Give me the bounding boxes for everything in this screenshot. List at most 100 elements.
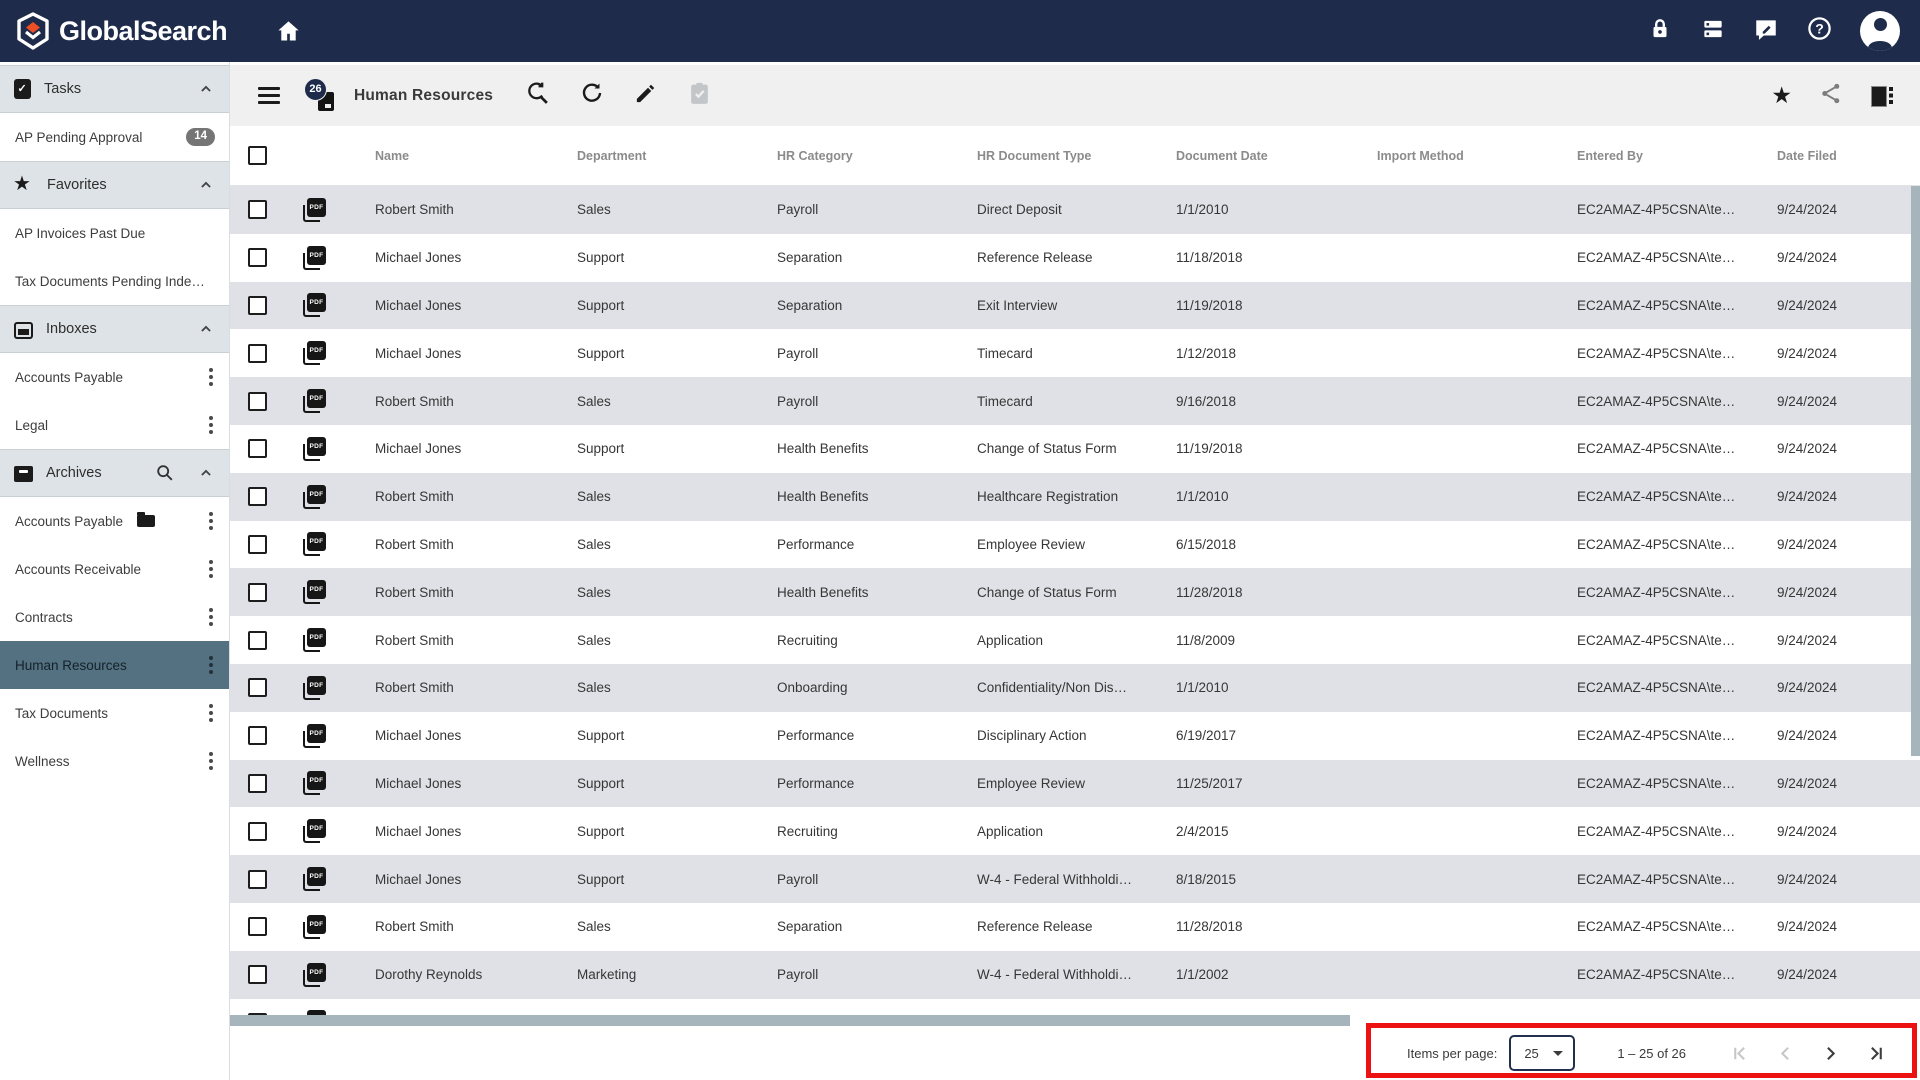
row-checkbox[interactable] [248, 248, 267, 267]
pdf-file-icon[interactable]: PDF [302, 532, 326, 556]
row-checkbox[interactable] [248, 678, 267, 697]
kebab-menu-icon[interactable] [207, 364, 215, 390]
column-header-hr-document-type[interactable]: HR Document Type [977, 149, 1176, 163]
table-row[interactable]: PDF Dorothy Reynolds Marketing Payroll W… [230, 951, 1920, 999]
table-row[interactable]: PDF Michael Jones Support Recruiting App… [230, 807, 1920, 855]
row-checkbox[interactable] [248, 439, 267, 458]
row-checkbox[interactable] [248, 535, 267, 554]
sidebar-row[interactable]: Archives [0, 449, 229, 497]
chevron-up-icon[interactable] [197, 320, 215, 338]
help-icon[interactable]: ? [1806, 15, 1833, 47]
pdf-file-icon[interactable]: PDF [302, 771, 326, 795]
row-checkbox[interactable] [248, 965, 267, 984]
sidebar-row[interactable]: AP Pending Approval 14 [0, 113, 229, 161]
pdf-file-icon[interactable]: PDF [302, 437, 326, 461]
table-row[interactable]: PDF Michael Jones Support Payroll Timeca… [230, 329, 1920, 377]
sidebar-row[interactable]: Inboxes [0, 305, 229, 353]
pdf-file-icon[interactable]: PDF [302, 246, 326, 270]
table-row[interactable]: PDF Michael Jones Support Separation Exi… [230, 282, 1920, 330]
sidebar-row[interactable]: Favorites [0, 161, 229, 209]
row-checkbox[interactable] [248, 917, 267, 936]
refine-search-icon[interactable] [525, 81, 550, 111]
row-checkbox[interactable] [248, 392, 267, 411]
kebab-menu-icon[interactable] [207, 556, 215, 582]
kebab-menu-icon[interactable] [207, 604, 215, 630]
sidebar-row[interactable]: Accounts Payable [0, 497, 229, 545]
pdf-file-icon[interactable]: PDF [302, 341, 326, 365]
sidebar-row[interactable]: Tax Documents [0, 689, 229, 737]
table-row[interactable]: PDF [230, 999, 1920, 1015]
row-checkbox[interactable] [248, 726, 267, 745]
search-icon[interactable] [155, 463, 175, 483]
table-row[interactable]: PDF Robert Smith Sales Onboarding Confid… [230, 664, 1920, 712]
pdf-file-icon[interactable]: PDF [302, 867, 326, 891]
row-checkbox[interactable] [248, 344, 267, 363]
table-row[interactable]: PDF Michael Jones Support Performance Di… [230, 712, 1920, 760]
kebab-menu-icon[interactable] [207, 748, 215, 774]
next-page-button[interactable] [1820, 1043, 1841, 1064]
sidebar-row[interactable]: Human Resources [0, 641, 229, 689]
home-icon[interactable] [275, 18, 302, 45]
column-header-name[interactable]: Name [375, 149, 577, 163]
pdf-file-icon[interactable]: PDF [302, 389, 326, 413]
pdf-file-icon[interactable]: PDF [302, 963, 326, 987]
table-row[interactable]: PDF Michael Jones Support Health Benefit… [230, 425, 1920, 473]
items-per-page-select[interactable]: 25 [1509, 1035, 1575, 1071]
row-checkbox[interactable] [248, 296, 267, 315]
column-header-date-filed[interactable]: Date Filed [1777, 149, 1920, 163]
pdf-file-icon[interactable]: PDF [302, 198, 326, 222]
table-row[interactable]: PDF Robert Smith Sales Health Benefits C… [230, 568, 1920, 616]
lock-icon[interactable] [1647, 16, 1673, 47]
pdf-file-icon[interactable]: PDF [302, 915, 326, 939]
refresh-icon[interactable] [580, 81, 604, 110]
sidebar-row[interactable]: Wellness [0, 737, 229, 785]
chevron-up-icon[interactable] [197, 80, 215, 98]
horizontal-scrollbar[interactable] [230, 1015, 1920, 1026]
last-page-button[interactable] [1865, 1043, 1886, 1064]
sidebar-row[interactable]: AP Invoices Past Due [0, 209, 229, 257]
previous-page-button[interactable] [1775, 1043, 1796, 1064]
chevron-up-icon[interactable] [197, 464, 215, 482]
pdf-file-icon[interactable]: PDF [302, 724, 326, 748]
first-page-button[interactable] [1730, 1043, 1751, 1064]
row-checkbox[interactable] [248, 774, 267, 793]
kebab-menu-icon[interactable] [207, 652, 215, 678]
row-checkbox[interactable] [248, 631, 267, 650]
table-row[interactable]: PDF Robert Smith Sales Health Benefits H… [230, 473, 1920, 521]
table-row[interactable]: PDF Robert Smith Sales Separation Refere… [230, 903, 1920, 951]
row-checkbox[interactable] [248, 200, 267, 219]
table-row[interactable]: PDF Robert Smith Sales Payroll Timecard … [230, 377, 1920, 425]
sidebar-row[interactable]: Accounts Payable [0, 353, 229, 401]
pdf-file-icon[interactable]: PDF [302, 628, 326, 652]
pdf-file-icon[interactable]: PDF [302, 485, 326, 509]
select-all-checkbox[interactable] [248, 146, 267, 165]
horizontal-scrollbar-thumb[interactable] [230, 1015, 1350, 1026]
table-row[interactable]: PDF Michael Jones Support Separation Ref… [230, 234, 1920, 282]
pdf-file-icon[interactable]: PDF [302, 676, 326, 700]
column-header-department[interactable]: Department [577, 149, 777, 163]
share-icon[interactable] [1820, 82, 1843, 110]
column-header-document-date[interactable]: Document Date [1176, 149, 1377, 163]
table-row[interactable]: PDF Robert Smith Sales Payroll Direct De… [230, 186, 1920, 234]
favorite-star-icon[interactable]: ★ [1771, 84, 1792, 107]
table-row[interactable]: PDF Michael Jones Support Performance Em… [230, 760, 1920, 808]
pdf-file-icon[interactable]: PDF [302, 580, 326, 604]
view-columns-icon[interactable] [1871, 86, 1894, 105]
row-checkbox[interactable] [248, 822, 267, 841]
table-row[interactable]: PDF Robert Smith Sales Recruiting Applic… [230, 616, 1920, 664]
kebab-menu-icon[interactable] [207, 508, 215, 534]
row-checkbox[interactable] [248, 487, 267, 506]
sidebar-row[interactable]: Tasks [0, 65, 229, 113]
table-row[interactable]: PDF Robert Smith Sales Performance Emplo… [230, 521, 1920, 569]
menu-icon[interactable] [258, 87, 280, 104]
column-header-hr-category[interactable]: HR Category [777, 149, 977, 163]
column-header-import-method[interactable]: Import Method [1377, 149, 1577, 163]
chevron-up-icon[interactable] [197, 176, 215, 194]
pdf-file-icon[interactable]: PDF [302, 819, 326, 843]
table-row[interactable]: PDF Michael Jones Support Payroll W-4 - … [230, 855, 1920, 903]
sidebar-row[interactable]: Accounts Receivable [0, 545, 229, 593]
sidebar-row[interactable]: Contracts [0, 593, 229, 641]
sidebar-row[interactable]: Tax Documents Pending Inde… [0, 257, 229, 305]
row-checkbox[interactable] [248, 583, 267, 602]
feedback-icon[interactable] [1753, 16, 1779, 47]
